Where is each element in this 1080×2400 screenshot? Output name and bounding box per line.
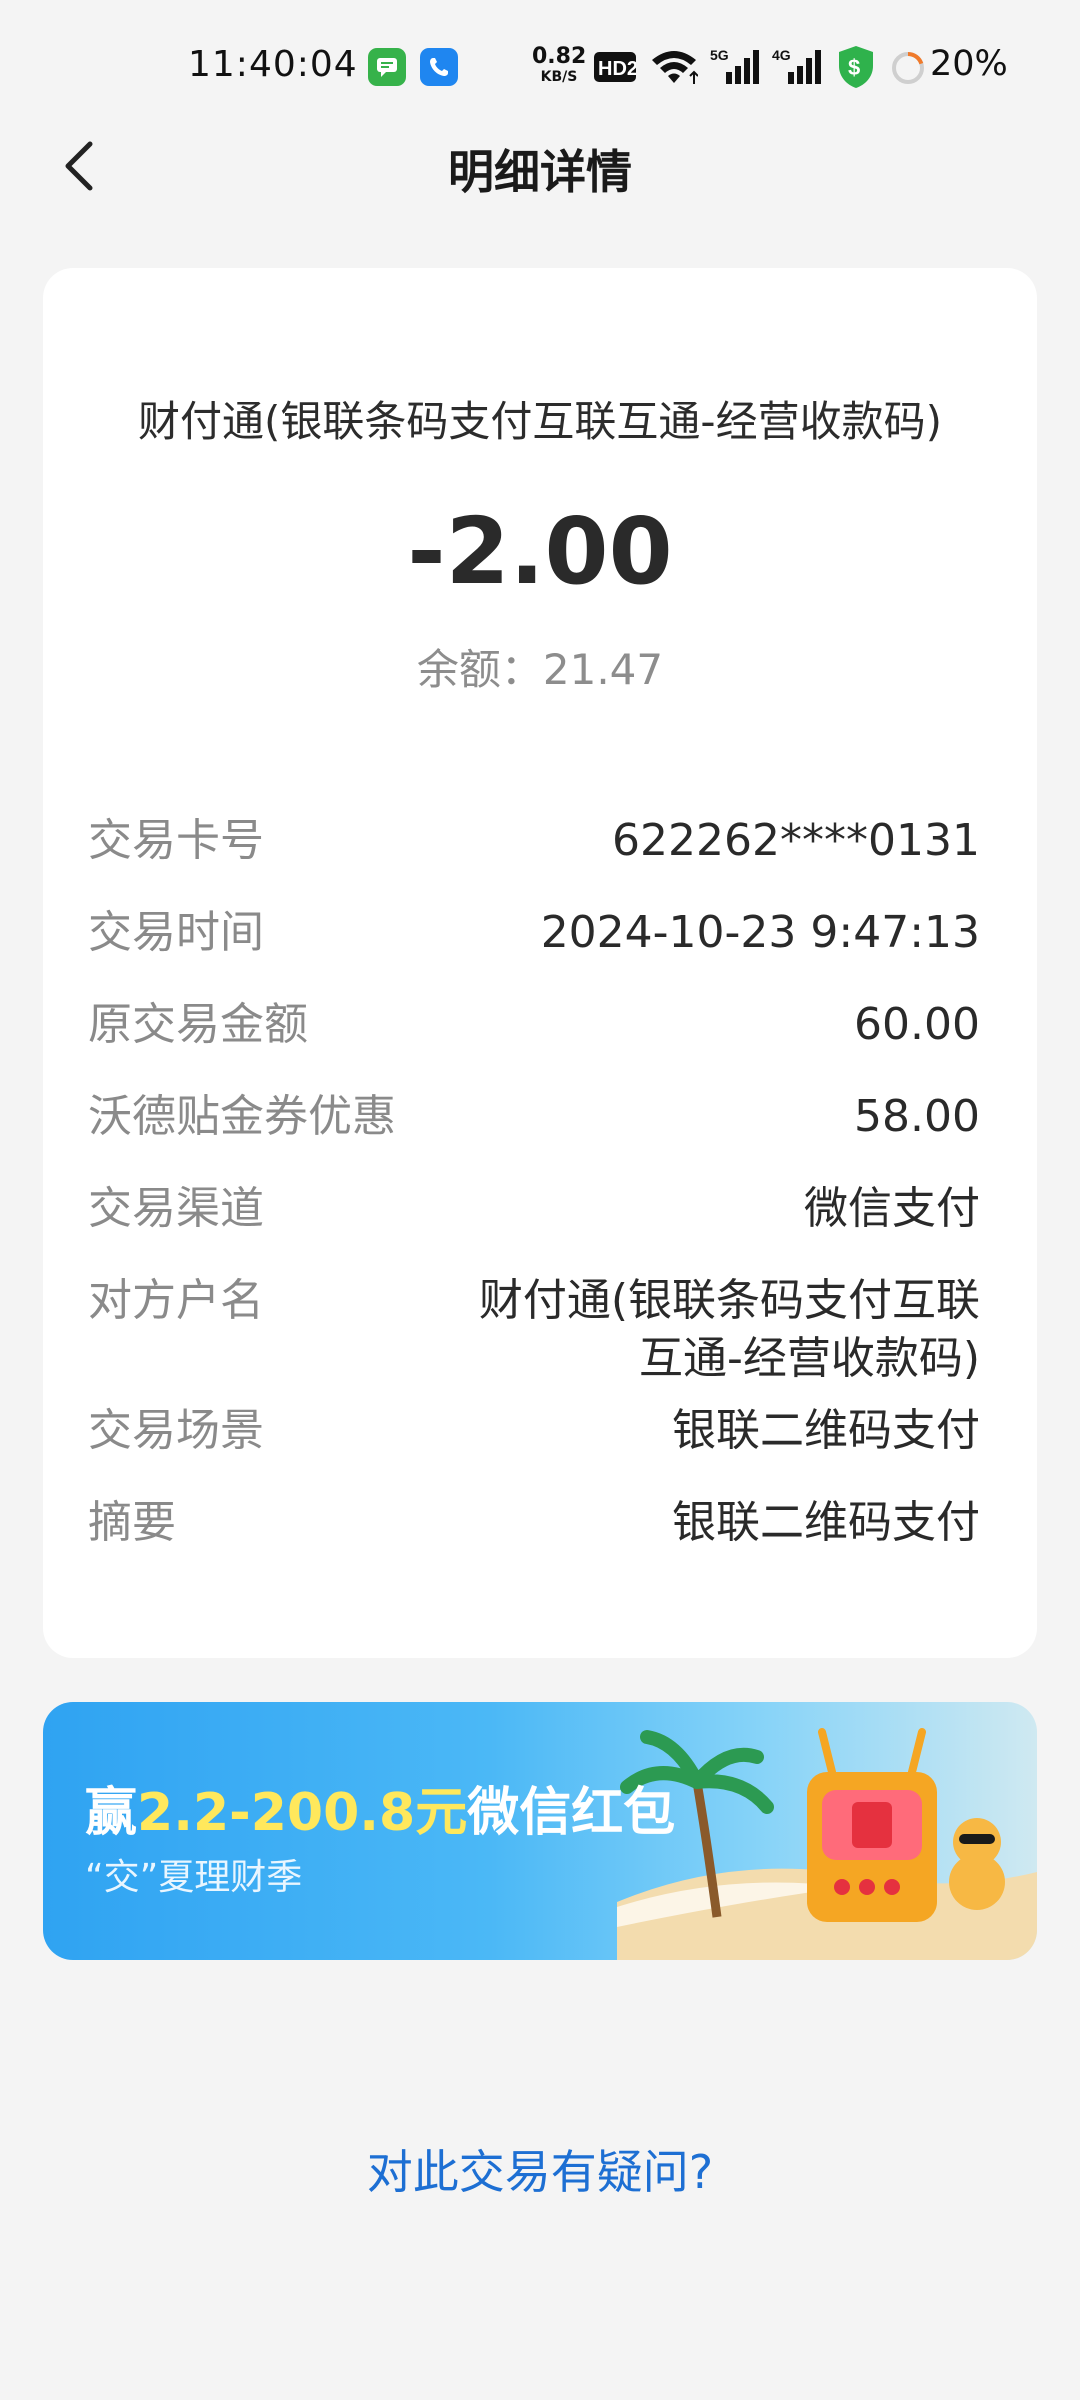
promo-title: 赢2.2-200.8元微信红包 (85, 1770, 675, 1845)
net-speed-value: 0.82 (532, 44, 587, 69)
detail-label: 交易时间 (88, 907, 264, 958)
signal-4g-label: 4G (772, 47, 791, 63)
detail-row-scene: 交易场景 银联二维码支付 (88, 1402, 980, 1494)
net-speed: 0.82 KB/S (532, 44, 587, 85)
merchant-name: 财付通(银联条码支付互联互通-经营收款码) (138, 397, 942, 446)
wifi-icon (652, 51, 698, 84)
detail-label: 交易渠道 (88, 1183, 264, 1234)
detail-row-channel: 交易渠道 微信支付 (88, 1180, 980, 1272)
detail-value: 微信支付 (804, 1183, 980, 1234)
status-bar: 11:40:04 0.82 KB/S HD2 5G 4G $ 20% (0, 0, 1080, 130)
battery-percent: 20% (930, 44, 1008, 84)
detail-label: 沃德贴金券优惠 (88, 1091, 396, 1142)
battery-ring-icon (892, 52, 924, 84)
signal-4g-icon: 4G (772, 47, 821, 84)
detail-value: 银联二维码支付 (672, 1497, 980, 1548)
balance-value: 21.47 (542, 645, 664, 694)
detail-row-card-number: 交易卡号 622262****0131 (88, 812, 980, 904)
detail-label: 原交易金额 (88, 999, 308, 1050)
promo-title-prefix: 赢 (85, 1783, 138, 1843)
detail-value: 2024-10-23 9:47:13 (540, 907, 980, 958)
detail-value: 银联二维码支付 (672, 1405, 980, 1456)
hd-icon: HD2 (594, 52, 636, 82)
detail-row-coupon-discount: 沃德贴金券优惠 58.00 (88, 1088, 980, 1180)
transaction-detail-card: 财付通(银联条码支付互联互通-经营收款码) -2.00 余额：21.47 交易卡… (43, 268, 1037, 1658)
balance-label: 余额： (416, 645, 543, 694)
hd-label: HD2 (598, 58, 636, 80)
security-shield-icon: $ (839, 46, 873, 88)
detail-row-counterparty: 对方户名 财付通(银联条码支付互联互通-经营收款码) (88, 1272, 980, 1402)
page-title: 明细详情 (448, 145, 632, 199)
promo-subtitle: “交”夏理财季 (85, 1857, 303, 1898)
message-app-icon (368, 48, 406, 86)
detail-label: 交易场景 (88, 1405, 264, 1456)
detail-value: 财付通(银联条码支付互联互通-经营收款码) (478, 1275, 980, 1384)
detail-list: 交易卡号 622262****0131 交易时间 2024-10-23 9:47… (88, 812, 980, 1586)
detail-value: 60.00 (854, 999, 980, 1050)
beach-illustration (617, 1728, 1037, 1960)
balance-row: 余额：21.47 (43, 636, 1037, 697)
detail-label: 交易卡号 (88, 815, 264, 866)
promo-title-highlight: 2.2-200.8元 (137, 1783, 468, 1843)
detail-label: 对方户名 (88, 1275, 264, 1326)
signal-5g-icon: 5G (710, 47, 759, 84)
transaction-amount: -2.00 (407, 498, 673, 605)
detail-label: 摘要 (88, 1497, 176, 1548)
detail-value: 622262****0131 (612, 815, 980, 866)
title-bar: 明细详情 (0, 120, 1080, 212)
detail-row-summary: 摘要 银联二维码支付 (88, 1494, 980, 1586)
net-speed-unit: KB/S (540, 69, 578, 85)
promo-title-suffix: 微信红包 (467, 1783, 676, 1843)
status-time: 11:40:04 (188, 44, 358, 85)
detail-row-time: 交易时间 2024-10-23 9:47:13 (88, 904, 980, 996)
svg-text:$: $ (848, 55, 860, 80)
dispute-link[interactable]: 对此交易有疑问? (0, 2136, 1080, 2202)
detail-value: 58.00 (854, 1091, 980, 1142)
phone-app-icon (420, 48, 458, 86)
signal-5g-label: 5G (710, 47, 729, 63)
promo-banner[interactable]: 赢2.2-200.8元微信红包 “交”夏理财季 (43, 1702, 1037, 1960)
detail-row-original-amount: 原交易金额 60.00 (88, 996, 980, 1088)
